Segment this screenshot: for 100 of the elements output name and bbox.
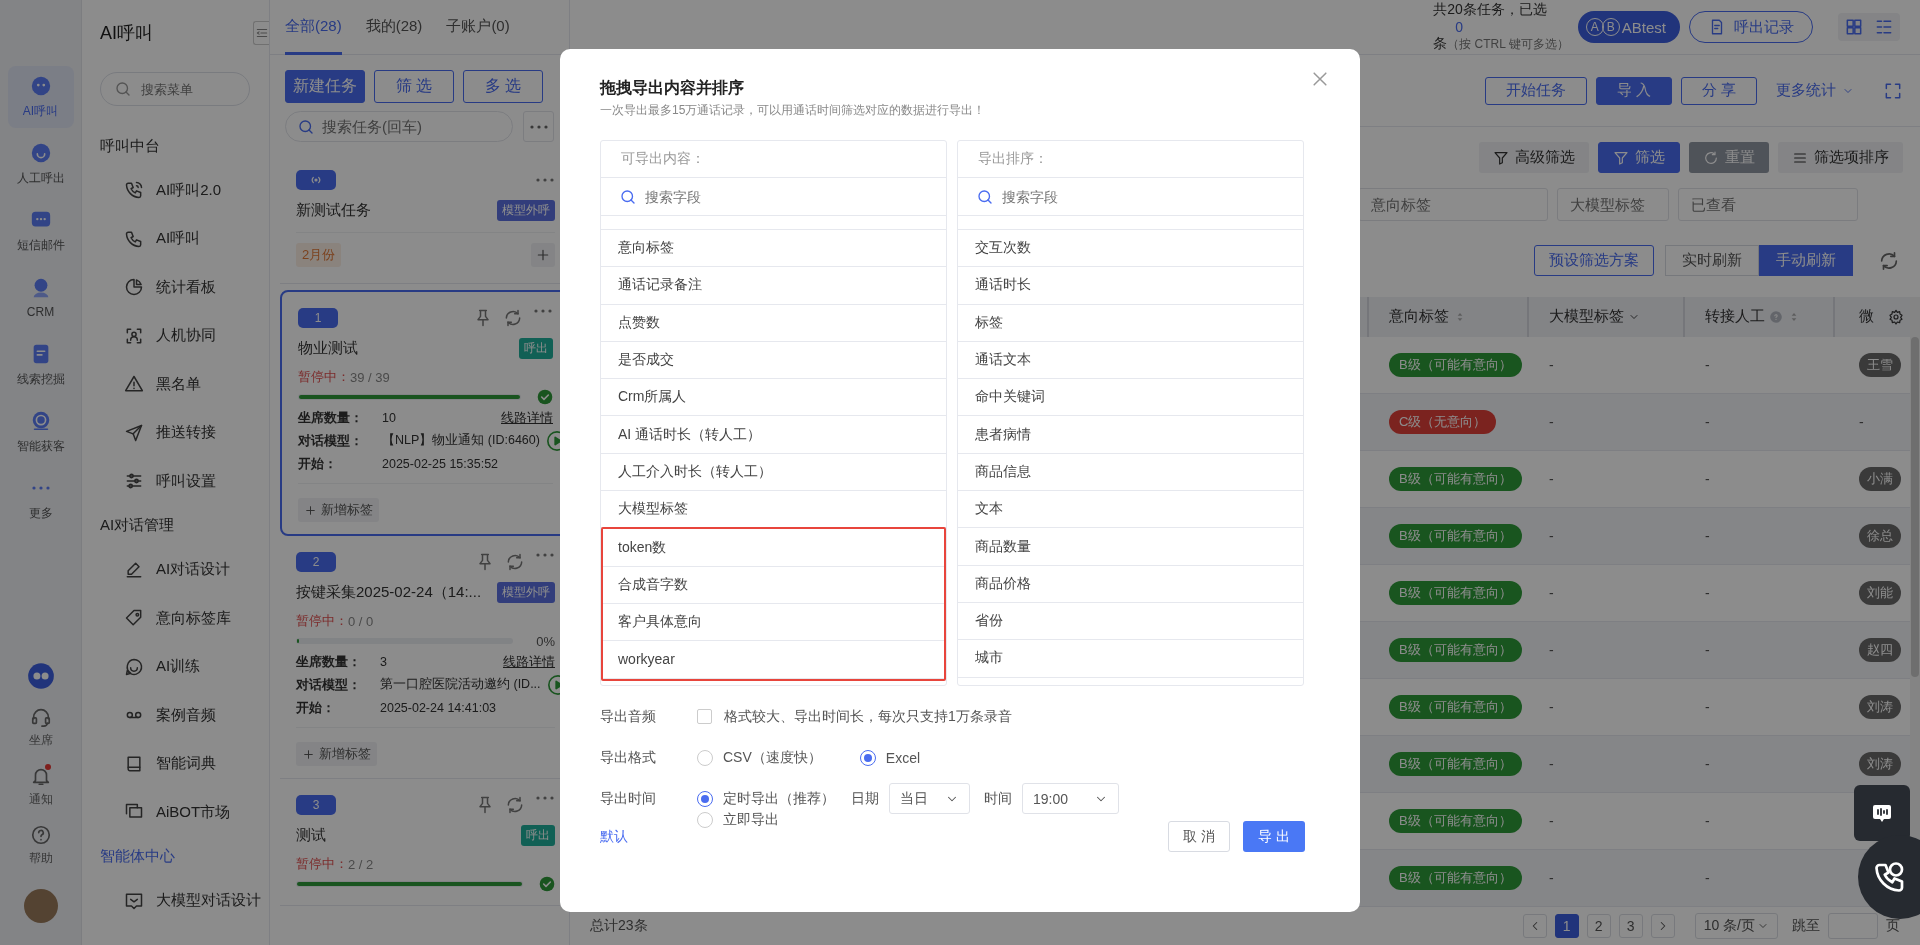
export-field-item[interactable]: 省份: [958, 602, 1303, 641]
export-field-item[interactable]: 商品信息: [958, 453, 1303, 492]
export-field-item[interactable]: 通话记录备注: [601, 267, 946, 305]
action-button[interactable]: 分 享: [1680, 76, 1757, 105]
export-field-item[interactable]: 患者病情: [958, 416, 1303, 454]
export-field-item[interactable]: 标签: [958, 304, 1303, 342]
route-details-link[interactable]: 线路详情: [501, 408, 553, 427]
export-field-item[interactable]: AI 通话时长（转人工）: [601, 416, 946, 454]
refresh-mode-button[interactable]: 手动刷新: [1759, 245, 1853, 276]
settings-icon[interactable]: [1888, 308, 1904, 325]
rail-item[interactable]: 更多: [7, 468, 74, 530]
export-field-item[interactable]: 客户具体意向: [603, 603, 944, 642]
page-size-select[interactable]: 10 条/页: [1694, 912, 1778, 939]
export-field-item[interactable]: 交互次数: [958, 230, 1303, 268]
export-field-item[interactable]: 城市: [958, 640, 1303, 678]
default-link[interactable]: 默认: [600, 827, 628, 846]
export-field-item[interactable]: 是否成交: [601, 341, 946, 380]
task-search-field[interactable]: 搜索任务(回车): [285, 111, 513, 142]
filter-field[interactable]: 已查看: [1678, 187, 1858, 221]
filter-field[interactable]: 意向标签: [1358, 187, 1548, 221]
filter-button[interactable]: 多 选: [463, 70, 543, 103]
menu-group-title[interactable]: 智能体中心: [100, 836, 269, 877]
menu-item[interactable]: 统计看板: [100, 263, 269, 312]
checkbox[interactable]: [697, 709, 712, 724]
export-field-item[interactable]: 商品价格: [958, 565, 1303, 603]
column-header[interactable]: 大模型标签: [1549, 307, 1624, 327]
more-button[interactable]: [523, 111, 554, 142]
avatar[interactable]: [23, 889, 58, 923]
menu-item[interactable]: 智能词典: [100, 739, 269, 788]
export-field-item[interactable]: 命中关键词: [958, 379, 1303, 417]
refresh-icon[interactable]: [505, 552, 525, 572]
page-button[interactable]: 2: [1586, 913, 1611, 938]
menu-item[interactable]: AI对话设计: [100, 545, 269, 594]
rail-item[interactable]: 线索挖掘: [7, 334, 74, 396]
preset-filter-button[interactable]: 预设筛选方案: [1534, 245, 1654, 276]
tab[interactable]: 全部(28): [285, 0, 342, 55]
filter-action-button[interactable]: 筛选项排序: [1778, 142, 1903, 173]
filter-field[interactable]: 大模型标签: [1557, 187, 1669, 221]
export-field-item[interactable]: 文本: [958, 491, 1303, 529]
rail-item[interactable]: 通知: [28, 765, 53, 808]
tab[interactable]: 子账户(0): [446, 0, 510, 55]
column-header[interactable]: 微: [1859, 307, 1874, 327]
export-field-item[interactable]: 通话时长: [958, 267, 1303, 305]
menu-group-title[interactable]: 呼叫中台: [100, 126, 269, 166]
refresh-icon[interactable]: [503, 308, 523, 328]
menu-item[interactable]: 案例音频: [100, 691, 269, 740]
scrollbar-thumb[interactable]: [1911, 336, 1919, 677]
menu-item[interactable]: 大模型对话设计: [100, 876, 269, 925]
filter-action-button[interactable]: 筛选: [1598, 142, 1680, 173]
rail-item[interactable]: 人工呼出: [7, 133, 74, 195]
new-task-button[interactable]: 新建任务: [285, 70, 365, 103]
rail-item[interactable]: 智能获客: [7, 401, 74, 463]
abtest-button[interactable]: A B ABtest: [1577, 11, 1680, 43]
call-records-button[interactable]: 呼出记录: [1689, 11, 1813, 43]
export-field-item[interactable]: workyear: [603, 641, 944, 679]
column-header[interactable]: 转接人工: [1705, 307, 1765, 327]
next-page-button[interactable]: [1650, 913, 1675, 938]
grid-view-icon[interactable]: [1844, 17, 1864, 37]
cancel-button[interactable]: 取 消: [1168, 821, 1230, 852]
action-button[interactable]: 开始任务: [1484, 76, 1587, 105]
menu-item[interactable]: 黑名单: [100, 360, 269, 409]
add-tag-button[interactable]: 新增标签: [296, 742, 377, 766]
menu-item[interactable]: 人机协同: [100, 311, 269, 360]
export-button[interactable]: 导 出: [1243, 821, 1305, 852]
export-field-item[interactable]: 大模型标签: [601, 491, 946, 529]
menu-group-title[interactable]: AI对话管理: [100, 505, 269, 546]
collapse-menu-button[interactable]: [253, 21, 269, 45]
refresh-icon[interactable]: [1878, 249, 1900, 272]
rail-item[interactable]: 短信邮件: [7, 200, 74, 262]
time-select[interactable]: 19:00: [1022, 783, 1119, 814]
rail-item[interactable]: CRM: [7, 267, 74, 329]
action-button[interactable]: 导 入: [1595, 76, 1672, 105]
tab[interactable]: 我的(28): [365, 0, 423, 55]
rail-item[interactable]: 帮助: [28, 824, 53, 867]
rail-item[interactable]: 坐席: [28, 706, 53, 749]
menu-item[interactable]: AI训练: [100, 642, 269, 691]
export-field-item[interactable]: 点赞数: [601, 304, 946, 342]
previous-page-button[interactable]: [1522, 913, 1547, 938]
export-field-item[interactable]: Crm所属人: [601, 379, 946, 417]
menu-item[interactable]: 推送转接: [100, 408, 269, 457]
voice-assistant-button[interactable]: [1854, 785, 1910, 841]
list-view-icon[interactable]: [1874, 17, 1894, 37]
refresh-icon[interactable]: [505, 795, 525, 815]
menu-item[interactable]: 呼叫设置: [100, 457, 269, 506]
export-field-item[interactable]: 商品数量: [958, 528, 1303, 566]
add-button[interactable]: [531, 243, 555, 267]
export-field-item[interactable]: 人工介入时长（转人工）: [601, 453, 946, 492]
menu-item[interactable]: AI呼叫: [100, 214, 269, 263]
export-field-item[interactable]: 合成音字数: [603, 566, 944, 604]
add-tag-button[interactable]: 新增标签: [298, 498, 379, 522]
export-field-item[interactable]: token数: [603, 529, 944, 567]
column-header[interactable]: 意向标签: [1389, 307, 1449, 327]
export-field-item[interactable]: 意向标签: [601, 230, 946, 268]
menu-item[interactable]: AI呼叫2.0: [100, 166, 269, 215]
menu-item[interactable]: 意向标签库: [100, 594, 269, 643]
filter-button[interactable]: 筛 选: [374, 70, 454, 103]
menu-item[interactable]: AiBOT市场: [100, 788, 269, 837]
page-button[interactable]: 1: [1554, 913, 1579, 938]
filter-action-button[interactable]: 高级筛选: [1479, 142, 1589, 173]
page-button[interactable]: 3: [1618, 913, 1643, 938]
